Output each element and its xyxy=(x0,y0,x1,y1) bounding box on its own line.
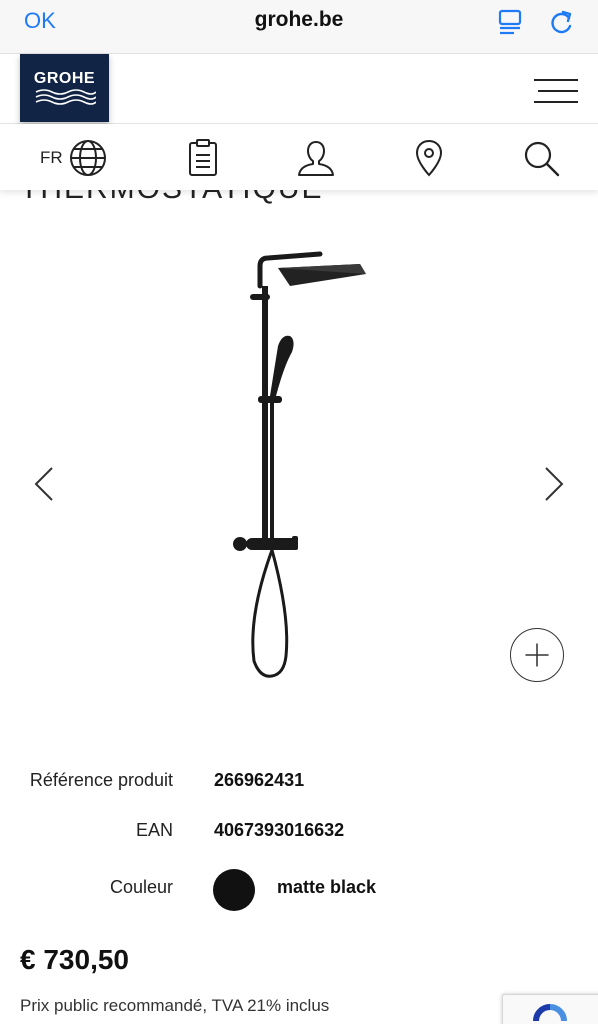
icon-navigation: FR xyxy=(0,124,598,190)
color-label: Couleur xyxy=(109,877,173,897)
logo-text: GROHE xyxy=(33,70,96,87)
ean-row: EAN 4067393016632 xyxy=(0,820,598,856)
recaptcha-badge[interactable] xyxy=(502,994,598,1024)
zoom-plus-icon[interactable] xyxy=(510,628,564,682)
logo-waves-icon xyxy=(35,89,96,105)
reader-list-icon[interactable] xyxy=(497,8,523,36)
language-selector[interactable]: FR xyxy=(40,138,107,178)
reference-label: Référence produit xyxy=(29,770,173,790)
color-row: Couleur matte black xyxy=(0,869,598,913)
grohe-logo[interactable]: GROHE xyxy=(20,54,109,122)
chevron-left-icon[interactable] xyxy=(32,464,56,504)
price-note: Prix public recommandé, TVA 21% inclus xyxy=(20,996,330,1015)
chevron-right-icon[interactable] xyxy=(542,464,566,504)
color-value: matte black xyxy=(277,877,377,897)
site-header: GROHE xyxy=(0,54,598,124)
clipboard-icon[interactable] xyxy=(183,138,223,178)
location-pin-icon[interactable] xyxy=(409,138,449,178)
product-gallery xyxy=(0,190,598,730)
browser-toolbar: OK grohe.be xyxy=(0,0,598,54)
hamburger-menu-icon[interactable] xyxy=(534,78,578,104)
color-swatch[interactable] xyxy=(213,869,255,911)
recaptcha-icon xyxy=(533,1004,567,1022)
search-icon[interactable] xyxy=(521,138,561,178)
language-code: FR xyxy=(40,148,63,167)
shower-system-image xyxy=(233,251,366,678)
product-price: € 730,50 xyxy=(20,944,129,975)
user-icon[interactable] xyxy=(296,138,336,178)
ean-label: EAN xyxy=(135,820,173,840)
globe-icon xyxy=(69,140,106,176)
reload-icon[interactable] xyxy=(549,8,575,36)
ean-value: 4067393016632 xyxy=(214,820,345,840)
reference-value: 266962431 xyxy=(214,770,305,790)
reference-row: Référence produit 266962431 xyxy=(0,770,598,806)
